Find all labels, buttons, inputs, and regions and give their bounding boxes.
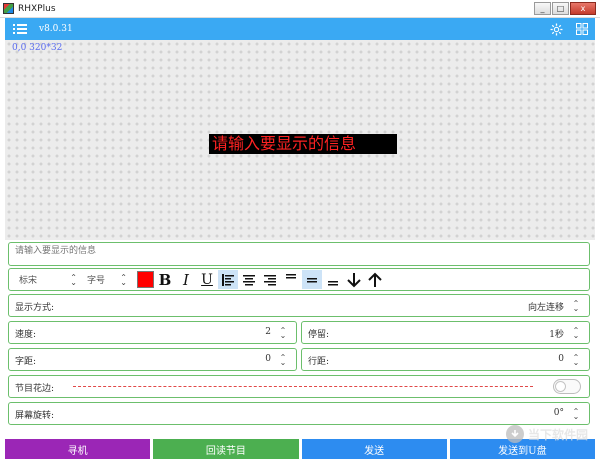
stay-label: 停留: (308, 330, 330, 340)
display-mode-label: 显示方式: (15, 303, 55, 313)
chevron-updown-icon: ⌃ ⌄ (70, 272, 77, 287)
watermark: 当下软件园 (505, 425, 588, 443)
display-mode-value: 向左连移 (527, 303, 564, 313)
display-mode-row[interactable]: 显示方式: 向左连移 ⌃ ⌄ (8, 294, 590, 317)
text-color-picker[interactable] (137, 271, 154, 288)
italic-button[interactable]: I (176, 270, 196, 289)
speed-value: 2 (265, 327, 271, 337)
settings-gear-icon[interactable] (549, 22, 563, 36)
move-down-arrow-icon[interactable] (344, 270, 364, 289)
line-spacing-row[interactable]: 行距: 0 ⌃ ⌄ (301, 348, 590, 371)
grid-layout-icon[interactable] (575, 22, 589, 36)
menu-icon[interactable] (13, 22, 27, 36)
coordinate-readout: 0,0 320*32 (12, 43, 63, 53)
border-effect-toggle[interactable] (553, 379, 581, 394)
stay-row[interactable]: 停留: 1秒 ⌃ ⌄ (301, 321, 590, 344)
minimize-button[interactable]: _ (534, 2, 551, 15)
char-spacing-label: 字距: (15, 357, 37, 367)
app-logo-icon (3, 3, 14, 14)
app-header: v8.0.31 (5, 18, 595, 40)
maximize-button[interactable]: □ (552, 2, 569, 15)
font-family-value: 标宋 (19, 276, 38, 286)
led-preview-canvas[interactable]: 0,0 320*32 请输入要显示的信息 (5, 40, 595, 240)
read-back-program-button[interactable]: 回读节目 (153, 439, 299, 459)
line-spacing-value: 0 (558, 354, 564, 364)
chevron-updown-icon[interactable]: ⌃ ⌄ (277, 327, 289, 340)
align-center-icon[interactable] (239, 270, 259, 289)
valign-bottom-icon[interactable] (323, 270, 343, 289)
version-label: v8.0.31 (39, 24, 73, 34)
border-effect-preview-line (73, 386, 533, 387)
chevron-updown-icon: ⌃ ⌄ (120, 272, 127, 287)
stay-value: 1秒 (549, 330, 564, 340)
chevron-updown-icon: ⌃ ⌄ (572, 299, 580, 313)
char-spacing-row[interactable]: 字距: 0 ⌃ ⌄ (8, 348, 297, 371)
line-spacing-label: 行距: (308, 357, 330, 367)
search-device-button[interactable]: 寻机 (5, 439, 151, 459)
font-family-select[interactable]: 标宋 ⌃ ⌄ (19, 273, 77, 286)
chevron-updown-icon[interactable]: ⌃ ⌄ (570, 354, 582, 367)
format-toolbar: 标宋 ⌃ ⌄ 字号 ⌃ ⌄ B I U (8, 268, 590, 291)
font-size-select[interactable]: 字号 ⌃ ⌄ (87, 273, 127, 286)
message-input[interactable] (9, 244, 589, 258)
chevron-updown-icon[interactable]: ⌃ ⌄ (277, 354, 289, 367)
font-size-value: 字号 (87, 276, 106, 286)
message-input-box (8, 242, 590, 266)
watermark-text: 当下软件园 (527, 427, 588, 442)
speed-row[interactable]: 速度: 2 ⌃ ⌄ (8, 321, 297, 344)
border-effect-label: 节目花边: (15, 384, 55, 394)
bold-button[interactable]: B (155, 270, 175, 289)
title-bar: RHXPlus _ □ x (0, 0, 600, 18)
watermark-logo-icon (505, 425, 524, 443)
border-effect-row: 节目花边: (8, 375, 590, 398)
valign-middle-icon[interactable] (302, 270, 322, 289)
window-controls: _ □ x (534, 2, 596, 15)
chevron-updown-icon: ⌃ ⌄ (572, 407, 580, 421)
window-title: RHXPlus (18, 3, 56, 14)
close-button[interactable]: x (570, 2, 596, 15)
led-text-preview[interactable]: 请输入要显示的信息 (209, 134, 397, 154)
speed-label: 速度: (15, 330, 37, 340)
char-spacing-value: 0 (265, 354, 271, 364)
screen-rotation-value: 0° (553, 408, 564, 418)
screen-rotation-row[interactable]: 屏幕旋转: 0° ⌃ ⌄ (8, 402, 590, 425)
send-button[interactable]: 发送 (301, 439, 447, 459)
underline-button[interactable]: U (197, 270, 217, 289)
move-up-arrow-icon[interactable] (365, 270, 385, 289)
screen-rotation-label: 屏幕旋转: (15, 411, 55, 421)
align-left-icon[interactable] (218, 270, 238, 289)
valign-top-icon[interactable] (281, 270, 301, 289)
toggle-knob (555, 381, 566, 392)
chevron-updown-icon[interactable]: ⌃ ⌄ (570, 327, 582, 340)
align-right-icon[interactable] (260, 270, 280, 289)
